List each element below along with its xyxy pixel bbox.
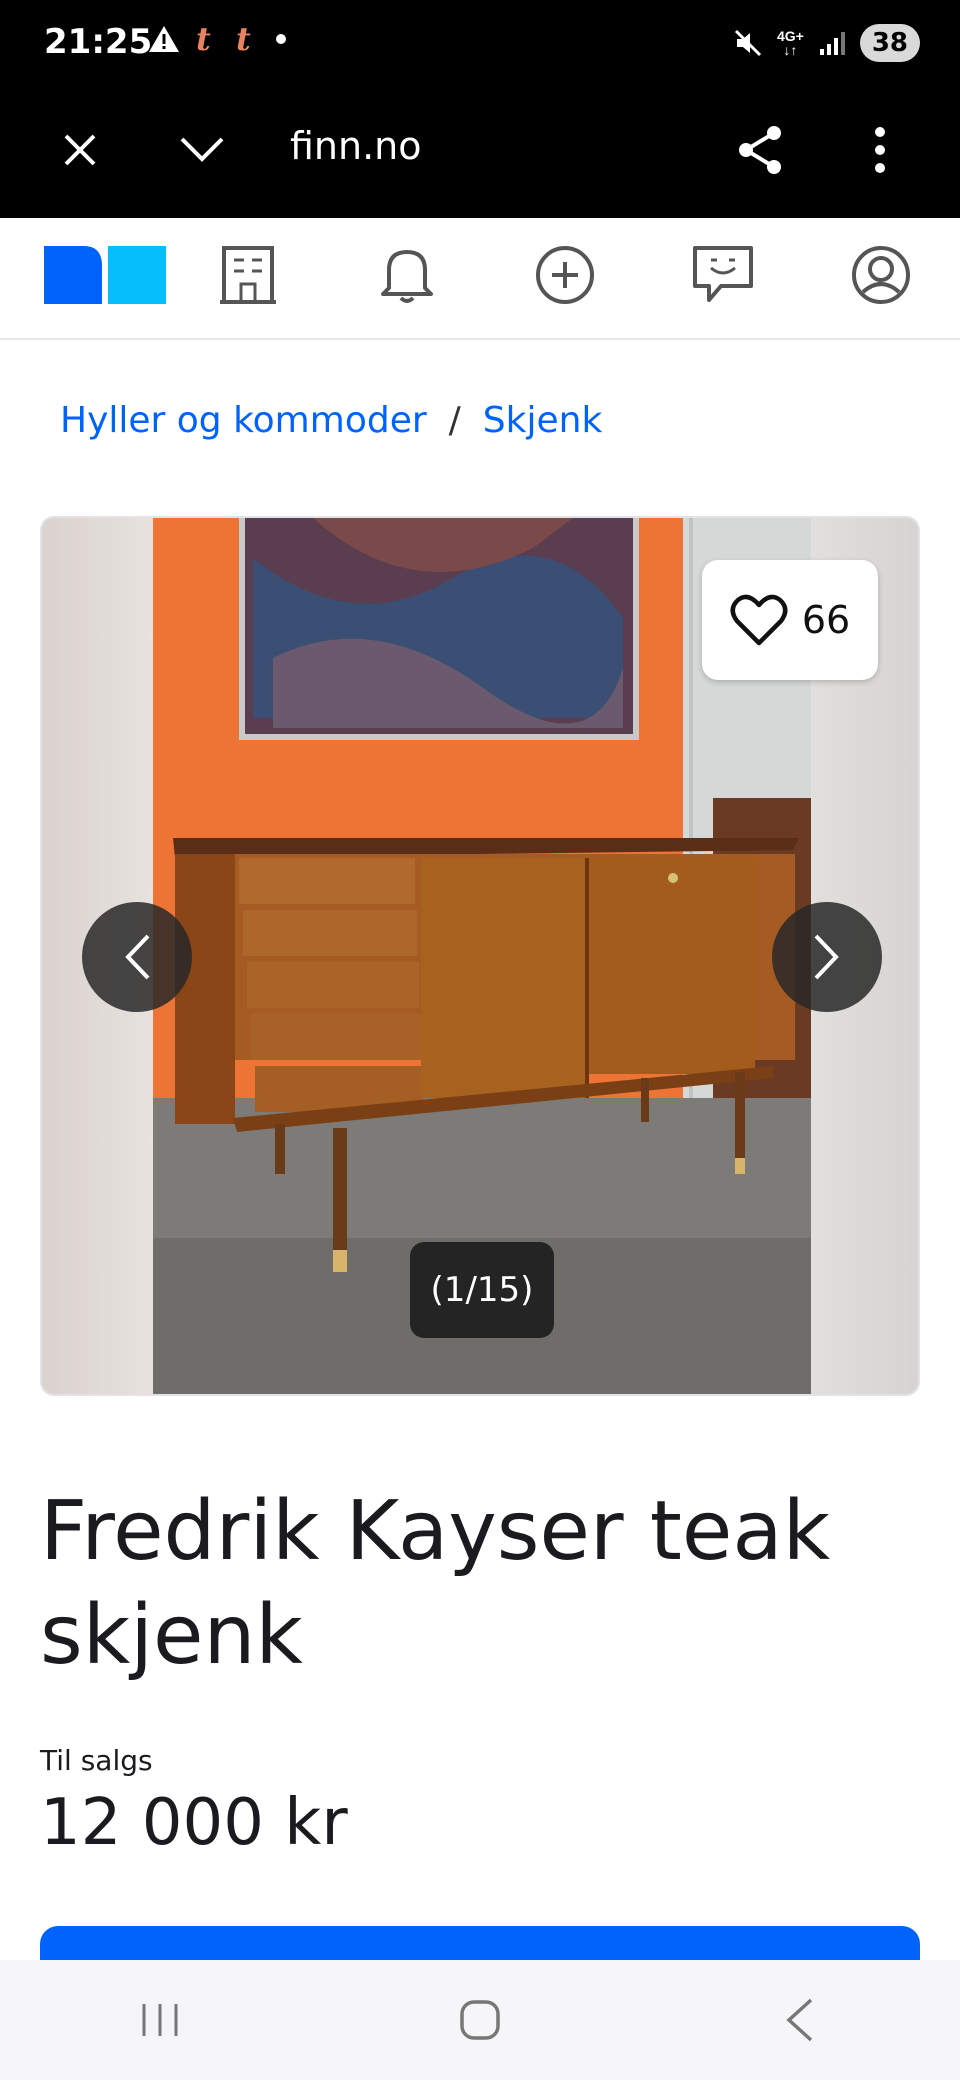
more-button[interactable] <box>848 118 912 182</box>
browser-toolbar: finn.no <box>0 88 960 218</box>
breadcrumb-item-category[interactable]: Hyller og kommoder <box>60 400 427 441</box>
breadcrumb-separator: / <box>448 400 461 441</box>
next-image-button[interactable] <box>772 902 882 1012</box>
app-notification-icon: t <box>236 22 251 56</box>
battery-level: 38 <box>859 24 920 62</box>
system-navigation-bar <box>0 1960 960 2080</box>
status-right-icons: 4G+ ↓↑ 38 <box>733 24 920 62</box>
close-icon <box>64 134 96 166</box>
mute-icon <box>734 29 762 57</box>
back-icon <box>786 1998 813 2042</box>
svg-text:t: t <box>196 22 211 56</box>
add-circle-icon <box>536 246 594 304</box>
dot-icon <box>276 34 286 44</box>
network-arrows: ↓↑ <box>783 42 798 58</box>
home-button[interactable] <box>440 1980 520 2060</box>
listing-price: 12 000 kr <box>40 1786 348 1860</box>
app-navigation <box>0 218 960 340</box>
nav-messages[interactable] <box>688 240 758 310</box>
nav-housing[interactable] <box>213 240 283 310</box>
finn-logo[interactable] <box>44 246 166 304</box>
status-bar: 21:25 t t 4G+ ↓↑ 38 <box>0 0 960 88</box>
favorite-count: 66 <box>801 598 851 642</box>
building-icon <box>220 246 276 304</box>
chevron-down-icon <box>180 137 224 162</box>
heart-icon <box>730 594 788 646</box>
svg-text:t: t <box>236 22 251 56</box>
favorite-button[interactable]: 66 <box>702 560 878 680</box>
nav-new-ad[interactable] <box>530 240 600 310</box>
sale-type-label: Til salgs <box>40 1744 153 1777</box>
chevron-right-icon <box>814 934 839 980</box>
image-counter: (1/15) <box>410 1242 554 1338</box>
network-indicator: 4G+ ↓↑ <box>777 29 804 57</box>
warning-icon <box>149 26 179 52</box>
home-icon <box>460 2000 500 2040</box>
breadcrumb: Hyller og kommoder / Skjenk <box>60 400 602 441</box>
status-time: 21:25 <box>44 22 153 62</box>
bell-icon <box>381 250 433 303</box>
chevron-left-icon <box>125 934 150 980</box>
minimize-button[interactable] <box>170 118 234 182</box>
close-button[interactable] <box>48 118 112 182</box>
listing-title: Fredrik Kayser teak skjenk <box>40 1484 831 1683</box>
signal-icon <box>819 32 845 55</box>
app-notification-icon: t <box>196 22 211 56</box>
share-button[interactable] <box>728 118 792 182</box>
nav-profile[interactable] <box>846 240 916 310</box>
status-notification-icons: t t <box>148 22 288 56</box>
finn-logo-icon <box>44 246 166 304</box>
back-button[interactable] <box>760 1980 840 2060</box>
url-text[interactable]: finn.no <box>290 124 422 168</box>
recent-apps-icon <box>142 2004 178 2036</box>
profile-icon <box>852 246 910 304</box>
previous-image-button[interactable] <box>82 902 192 1012</box>
share-icon <box>739 126 781 174</box>
more-vert-icon <box>875 127 885 173</box>
breadcrumb-item-subcategory[interactable]: Skjenk <box>483 400 603 441</box>
image-gallery[interactable]: 66 (1/15) <box>40 516 920 1396</box>
recent-apps-button[interactable] <box>120 1980 200 2060</box>
nav-notifications[interactable] <box>372 240 442 310</box>
messages-icon <box>693 246 753 302</box>
network-type: 4G+ <box>776 28 804 44</box>
